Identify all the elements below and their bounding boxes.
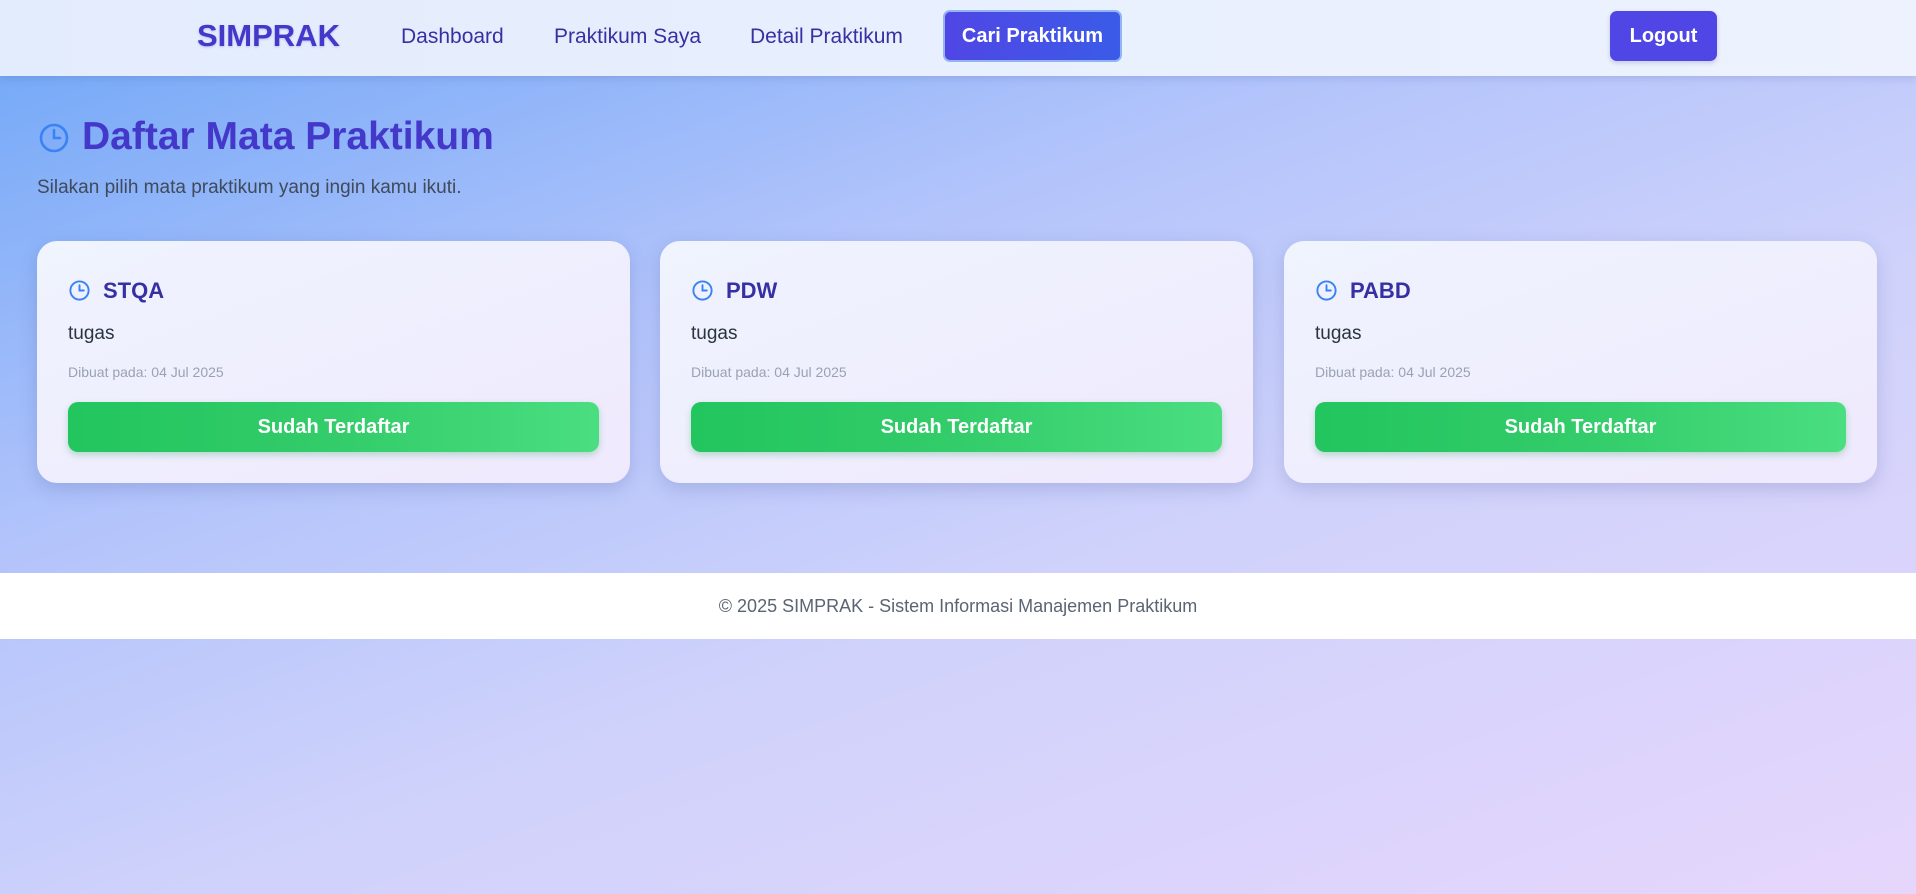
- course-created-date: Dibuat pada: 04 Jul 2025: [1315, 364, 1471, 380]
- clock-icon: [39, 123, 69, 153]
- registered-button[interactable]: Sudah Terdaftar: [68, 402, 599, 452]
- page-title: Daftar Mata Praktikum: [82, 115, 494, 158]
- footer-copyright: © 2025 SIMPRAK - Sistem Informasi Manaje…: [718, 595, 1198, 616]
- clock-icon: [692, 280, 713, 301]
- nav-link-dashboard[interactable]: Dashboard: [401, 25, 504, 49]
- course-description: tugas: [1315, 323, 1362, 344]
- navbar: SIMPRAK Dashboard Praktikum Saya Detail …: [0, 0, 1916, 76]
- footer: © 2025 SIMPRAK - Sistem Informasi Manaje…: [0, 573, 1916, 639]
- course-description: tugas: [68, 323, 115, 344]
- logout-button[interactable]: Logout: [1610, 11, 1717, 61]
- course-title: PABD: [1350, 278, 1411, 303]
- course-description: tugas: [691, 323, 738, 344]
- course-created-date: Dibuat pada: 04 Jul 2025: [68, 364, 224, 380]
- page-subtitle: Silakan pilih mata praktikum yang ingin …: [37, 177, 462, 198]
- registered-button[interactable]: Sudah Terdaftar: [1315, 402, 1846, 452]
- clock-icon: [69, 280, 90, 301]
- clock-icon: [1316, 280, 1337, 301]
- nav-link-praktikum-saya[interactable]: Praktikum Saya: [554, 25, 701, 49]
- nav-link-detail-praktikum[interactable]: Detail Praktikum: [750, 25, 903, 49]
- course-title: STQA: [103, 278, 165, 303]
- nav-link-cari-praktikum[interactable]: Cari Praktikum: [943, 10, 1122, 62]
- course-card-stqa: STQA tugas Dibuat pada: 04 Jul 2025 Suda…: [37, 241, 630, 483]
- course-title: PDW: [726, 278, 778, 303]
- brand-logo[interactable]: SIMPRAK: [197, 18, 340, 54]
- registered-button[interactable]: Sudah Terdaftar: [691, 402, 1222, 452]
- course-card-pdw: PDW tugas Dibuat pada: 04 Jul 2025 Sudah…: [660, 241, 1253, 483]
- course-card-pabd: PABD tugas Dibuat pada: 04 Jul 2025 Suda…: [1284, 241, 1877, 483]
- course-created-date: Dibuat pada: 04 Jul 2025: [691, 364, 847, 380]
